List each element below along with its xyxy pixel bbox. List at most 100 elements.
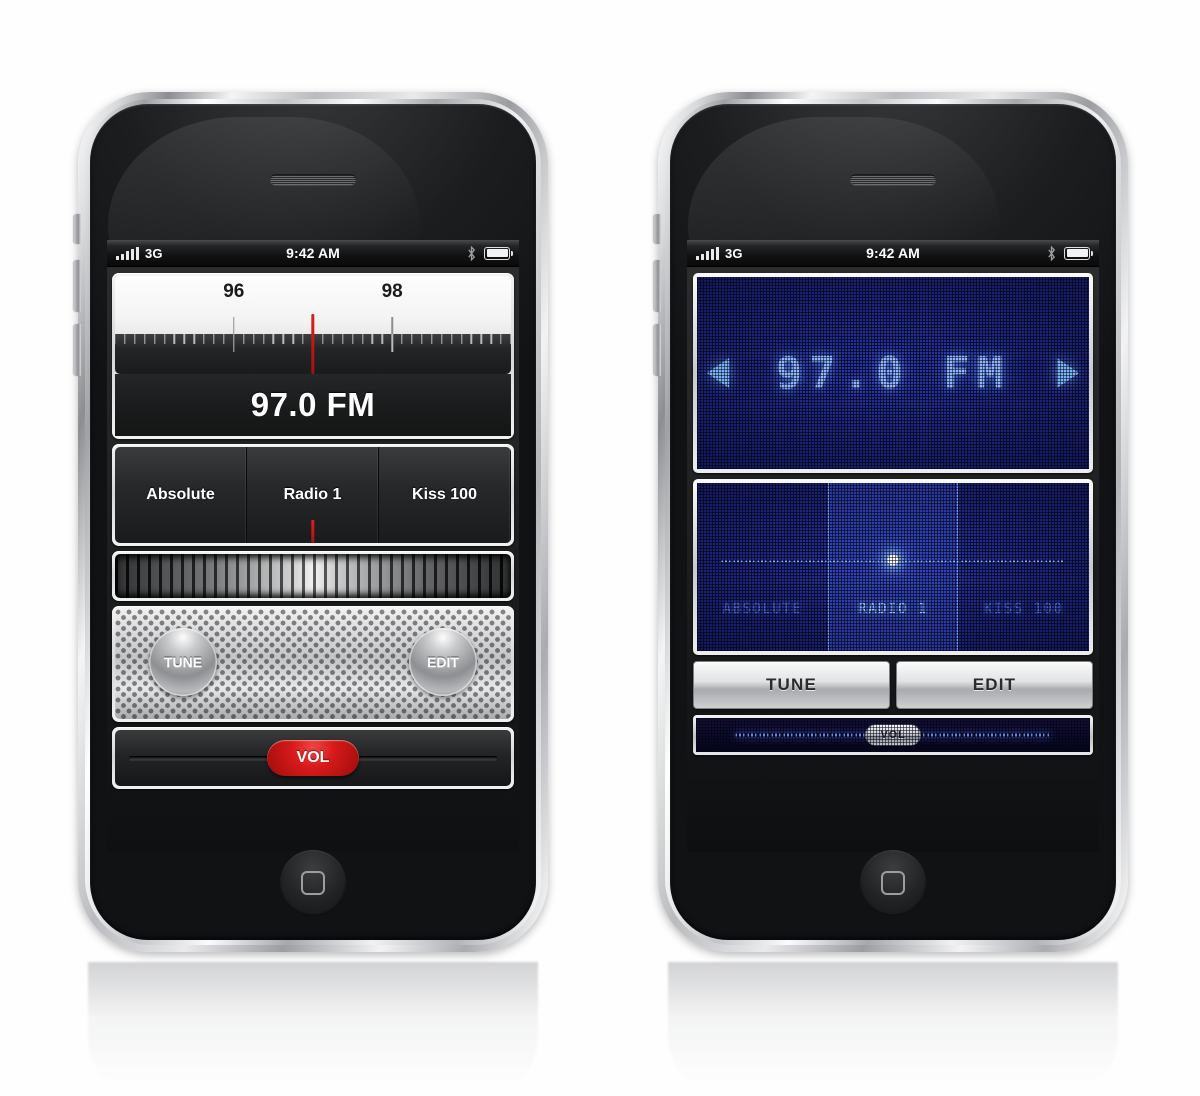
silent-switch[interactable] — [654, 214, 661, 244]
home-button[interactable] — [280, 850, 346, 916]
silent-switch[interactable] — [74, 214, 81, 244]
status-bar-left: 3G — [696, 246, 743, 261]
edit-button[interactable]: EDIT — [896, 661, 1093, 709]
phone-left: 3G 9:42 AM 96 98 97.0 FM Absolute Radio … — [74, 92, 548, 952]
volume-up-button[interactable] — [654, 260, 661, 312]
tune-button[interactable]: TUNE — [693, 661, 890, 709]
status-bar-time: 9:42 AM — [286, 245, 340, 261]
status-bar: 3G 9:42 AM — [107, 240, 519, 267]
volume-down-button[interactable] — [654, 324, 661, 376]
lcd-preset-absolute[interactable]: ABSOLUTE — [697, 601, 828, 617]
edit-knob[interactable]: EDIT — [409, 628, 477, 696]
tuning-wheel[interactable] — [115, 554, 511, 598]
frequency-display: 97.0 FM — [115, 374, 511, 436]
bluetooth-icon — [468, 245, 476, 261]
signal-bars-icon — [116, 246, 139, 260]
dial-minor-tick — [322, 334, 324, 344]
knob-plate-panel: TUNE EDIT — [112, 606, 514, 722]
speaker-grille: TUNE EDIT — [115, 609, 511, 719]
presets-panel: Absolute Radio 1 Kiss 100 — [112, 444, 514, 546]
preset-list: Absolute Radio 1 Kiss 100 — [115, 447, 511, 543]
home-square-icon — [301, 871, 325, 895]
dial-major-tick — [233, 334, 235, 352]
bluetooth-icon — [1048, 245, 1056, 261]
dial-minor-tick — [460, 334, 463, 344]
triangle-right-icon[interactable] — [1057, 358, 1079, 388]
status-bar-right — [1047, 245, 1093, 261]
lcd-preset-kiss100[interactable]: KISS 100 — [958, 601, 1089, 617]
dial-minor-tick — [153, 334, 156, 344]
dial-minor-tick — [173, 334, 176, 344]
preset-selection-needle — [311, 520, 315, 543]
dial-minor-tick — [163, 334, 166, 344]
phone-screen-right: 3G 9:42 AM 97.0 FM ABSOLUTE RADIO 1 KISS… — [687, 240, 1099, 852]
carrier-label: 3G — [725, 245, 743, 261]
dial-minor-tick — [183, 334, 185, 344]
screenshot-stage: 3G 9:42 AM 96 98 97.0 FM Absolute Radio … — [0, 0, 1200, 1096]
battery-icon — [1064, 246, 1093, 260]
dial-minor-tick — [411, 334, 413, 344]
volume-up-button[interactable] — [74, 260, 81, 312]
dial-minor-tick — [470, 334, 473, 344]
dial-label-98: 98 — [381, 281, 403, 302]
status-bar-right — [467, 245, 513, 261]
dial-minor-tick — [115, 334, 116, 344]
preset-button-absolute[interactable]: Absolute — [115, 447, 247, 543]
preset-button-kiss100[interactable]: Kiss 100 — [379, 447, 511, 543]
tune-knob[interactable]: TUNE — [149, 628, 217, 696]
dial-minor-tick — [262, 334, 265, 344]
dial-minor-tick — [213, 334, 215, 344]
phone-reflection-right — [668, 962, 1118, 1096]
lcd-volume-knob[interactable]: VOL — [865, 724, 921, 746]
signal-bars-icon — [696, 246, 719, 260]
lcd-tuning-dot — [887, 554, 899, 566]
phone-right: 3G 9:42 AM 97.0 FM ABSOLUTE RADIO 1 KISS… — [654, 92, 1128, 952]
dial-minor-tick — [332, 334, 334, 344]
volume-panel: VOL — [112, 727, 514, 789]
volume-down-button[interactable] — [74, 324, 81, 376]
dial-needle — [311, 314, 315, 374]
dial-minor-tick — [421, 334, 423, 344]
lcd-preset-radio1[interactable]: RADIO 1 — [828, 601, 959, 617]
dial-minor-tick — [193, 334, 195, 344]
earpiece-speaker-icon — [850, 174, 936, 185]
triangle-left-icon[interactable] — [707, 358, 729, 388]
dial-minor-tick — [371, 334, 374, 344]
dial-minor-tick — [292, 334, 294, 344]
dial-minor-tick — [490, 334, 492, 344]
volume-knob[interactable]: VOL — [267, 740, 359, 776]
radio-app-lcd: 97.0 FM ABSOLUTE RADIO 1 KISS 100 TUNE E… — [687, 267, 1099, 852]
status-bar: 3G 9:42 AM — [687, 240, 1099, 267]
dial-minor-tick — [282, 334, 284, 344]
lcd-frequency-value: 97.0 FM — [775, 347, 1011, 399]
dial-minor-tick — [134, 334, 136, 344]
dial-major-tick — [391, 334, 393, 352]
earpiece-speaker-icon — [270, 174, 356, 185]
dial-tick-strip — [115, 314, 511, 374]
dial-minor-tick — [302, 334, 304, 344]
tuning-dial[interactable]: 96 98 — [115, 276, 511, 374]
home-button[interactable] — [860, 850, 926, 916]
dial-minor-tick — [252, 334, 255, 344]
tuning-dial-panel: 96 98 97.0 FM — [112, 273, 514, 439]
lcd-presets-frame: ABSOLUTE RADIO 1 KISS 100 — [693, 479, 1093, 655]
lcd-frequency-display: 97.0 FM — [697, 277, 1089, 469]
dial-minor-tick — [431, 334, 433, 344]
status-bar-left: 3G — [116, 246, 163, 261]
dial-minor-tick — [203, 334, 205, 344]
home-square-icon — [881, 871, 905, 895]
dial-minor-tick — [361, 334, 364, 344]
lcd-presets-display: ABSOLUTE RADIO 1 KISS 100 — [697, 483, 1089, 651]
dial-minor-tick — [440, 334, 443, 344]
lcd-volume-slider[interactable]: VOL — [696, 718, 1090, 752]
status-bar-time: 9:42 AM — [866, 245, 920, 261]
dial-minor-tick — [351, 334, 354, 344]
lcd-selected-band — [827, 483, 959, 651]
dial-minor-tick — [223, 334, 225, 344]
volume-slider[interactable]: VOL — [115, 730, 511, 786]
action-button-row: TUNE EDIT — [693, 661, 1093, 709]
dial-minor-tick — [124, 334, 126, 344]
dial-minor-tick — [450, 334, 453, 344]
dial-minor-tick — [510, 334, 511, 344]
tuning-wheel-panel — [112, 551, 514, 601]
